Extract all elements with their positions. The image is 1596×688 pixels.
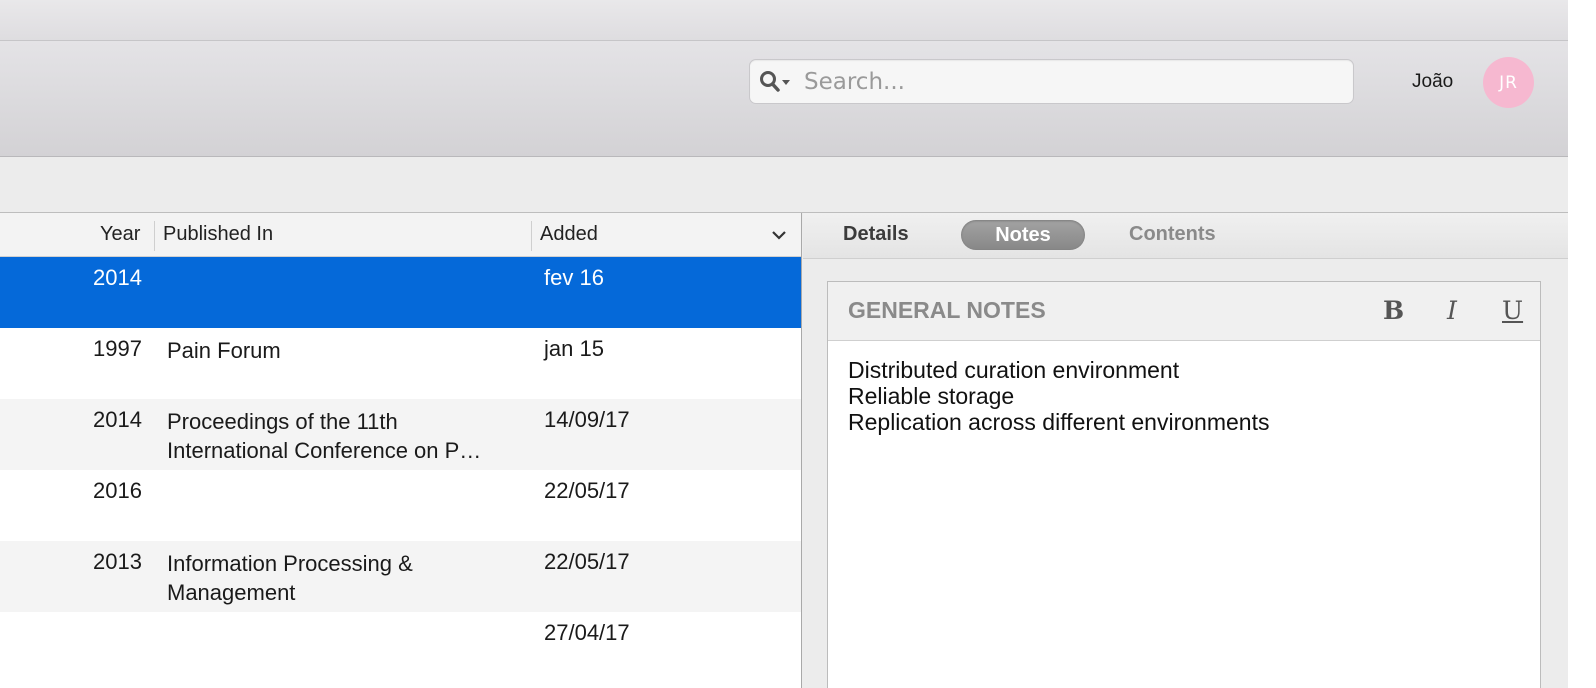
column-separator[interactable] bbox=[531, 221, 532, 251]
column-header-published-in[interactable]: Published In bbox=[163, 223, 273, 246]
cell-added: 22/05/17 bbox=[544, 549, 630, 574]
column-header-year[interactable]: Year bbox=[100, 223, 140, 246]
cell-published-in: Proceedings of the 11th International Co… bbox=[167, 409, 482, 463]
cell-added: fev 16 bbox=[544, 265, 604, 290]
cell-added: 14/09/17 bbox=[544, 407, 630, 432]
panel-tabs: Details Notes Contents bbox=[803, 213, 1568, 259]
cell-year: 2014 bbox=[93, 265, 142, 290]
tab-notes[interactable]: Notes bbox=[961, 220, 1085, 250]
window-edge bbox=[1568, 0, 1596, 688]
notes-header: GENERAL NOTES B I U bbox=[828, 282, 1540, 341]
detail-panel: Details Notes Contents GENERAL NOTES B I… bbox=[803, 213, 1568, 688]
search-box[interactable] bbox=[749, 59, 1354, 104]
cell-added: jan 15 bbox=[544, 336, 604, 361]
cell-year: 2014 bbox=[93, 407, 142, 432]
table-row[interactable]: 2014 Proceedings of the 11th Internation… bbox=[0, 399, 801, 470]
cell-year: 2013 bbox=[93, 549, 142, 574]
cell-year: 2016 bbox=[93, 478, 142, 503]
cell-added: 27/04/17 bbox=[544, 620, 630, 645]
toolbar: João JR bbox=[0, 41, 1568, 157]
table-row[interactable]: 2014 fev 16 bbox=[0, 257, 801, 328]
cell-year: 1997 bbox=[93, 336, 142, 361]
note-line: Distributed curation environment bbox=[848, 357, 1180, 383]
chevron-down-icon[interactable] bbox=[770, 228, 788, 242]
sub-toolbar bbox=[0, 157, 1568, 213]
underline-button[interactable]: U bbox=[1502, 296, 1523, 325]
table-row[interactable]: 2013 Information Processing & Management… bbox=[0, 541, 801, 612]
column-header-added[interactable]: Added bbox=[540, 223, 598, 246]
note-line: Replication across different environment… bbox=[848, 409, 1270, 435]
note-line: Reliable storage bbox=[848, 383, 1015, 409]
notes-title: GENERAL NOTES bbox=[848, 297, 1046, 323]
cell-published-in: Information Processing & Management bbox=[167, 551, 413, 605]
tab-details[interactable]: Details bbox=[843, 223, 909, 246]
column-separator[interactable] bbox=[154, 221, 155, 251]
window-titlebar bbox=[0, 0, 1568, 41]
table-row[interactable]: 1997 Pain Forum jan 15 bbox=[0, 328, 801, 399]
avatar[interactable]: JR bbox=[1483, 57, 1534, 108]
cell-added: 22/05/17 bbox=[544, 478, 630, 503]
cell-published-in: Pain Forum bbox=[167, 338, 281, 363]
table-body: 2014 fev 16 1997 Pain Forum jan 15 2014 … bbox=[0, 257, 801, 683]
references-table: Year Published In Added 2014 fev 16 1997… bbox=[0, 213, 802, 688]
table-header: Year Published In Added bbox=[0, 213, 801, 257]
notes-text-area[interactable]: Distributed curation environment Reliabl… bbox=[828, 341, 1540, 451]
general-notes-editor: GENERAL NOTES B I U Distributed curation… bbox=[827, 281, 1541, 688]
search-icon[interactable] bbox=[759, 70, 797, 94]
italic-button[interactable]: I bbox=[1447, 296, 1457, 325]
bold-button[interactable]: B bbox=[1383, 296, 1404, 325]
table-row[interactable]: 2016 22/05/17 bbox=[0, 470, 801, 541]
search-input[interactable] bbox=[804, 64, 1344, 100]
tab-contents[interactable]: Contents bbox=[1129, 223, 1216, 246]
table-row[interactable]: 27/04/17 bbox=[0, 612, 801, 683]
user-name[interactable]: João bbox=[1412, 71, 1453, 93]
